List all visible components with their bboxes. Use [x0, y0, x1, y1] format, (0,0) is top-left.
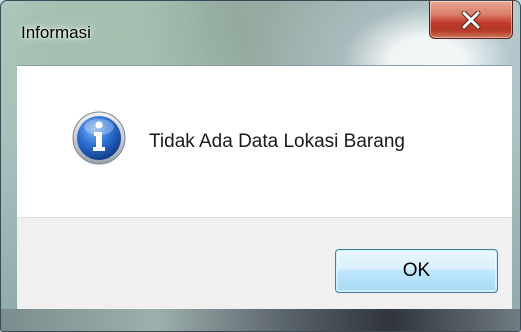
title-bar[interactable]: Informasi — [1, 1, 520, 65]
message-dialog: Informasi Tidak Ada Data Lokasi Barang O… — [0, 0, 521, 332]
close-icon — [461, 10, 481, 29]
close-button[interactable] — [429, 1, 513, 39]
message-text: Tidak Ada Data Lokasi Barang — [149, 131, 405, 152]
window-title: Informasi — [21, 23, 91, 42]
button-bar: OK — [17, 217, 512, 312]
ok-button[interactable]: OK — [335, 249, 498, 293]
message-area: Tidak Ada Data Lokasi Barang — [17, 65, 512, 218]
window-frame-bottom — [1, 309, 520, 331]
info-icon — [72, 111, 126, 165]
